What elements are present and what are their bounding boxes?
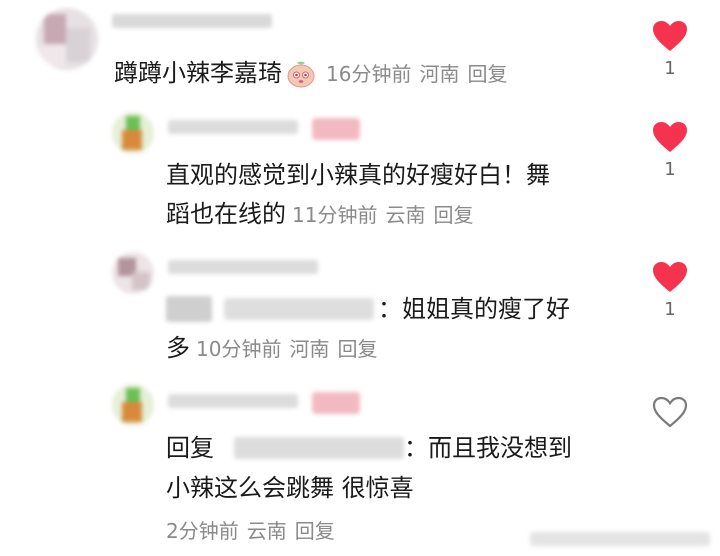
reply-button[interactable]: 回复 [467,62,507,86]
comment-text-line: 直观的感觉到小辣真的好瘦好白！舞 [166,161,550,189]
avatar[interactable] [112,252,154,294]
comment-text: 多 [166,334,190,362]
comment-time: 16分钟前 [326,62,412,86]
comment-row: 蹈也在线的 11分钟前 云南 回复 [166,197,473,232]
comment-location: 河南 [289,337,330,361]
like-count: 1 [664,299,676,320]
heart-filled-icon[interactable] [650,261,690,293]
avatar[interactable] [112,112,154,154]
heart-filled-icon[interactable] [650,20,690,52]
comment-time: 2分钟前 [166,519,239,543]
comment-meta-row: 2分钟前 云南 回复 [160,513,335,548]
avatar[interactable] [112,384,154,426]
reply-button[interactable]: 回复 [337,337,377,361]
watermark-blurred [530,532,710,546]
avatar[interactable] [36,8,98,70]
comment-time: 10分钟前 [196,337,282,361]
reply-prefix: 回复 [166,434,214,462]
comment-text-line: ：姐姐真的瘦了好 [378,295,570,323]
comment-row: 多 10分钟前 河南 回复 [166,331,377,366]
comment-text-line: 小辣这么会跳舞 很惊喜 [166,474,414,502]
comment-location: 云南 [246,519,287,543]
like-count: 1 [664,58,676,79]
like-count: 1 [664,159,676,180]
heart-outline-icon[interactable] [650,396,690,428]
comment-row: 回复 [166,431,214,465]
comment-row: 蹲蹲小辣李嘉琦 16分钟前 河南 回复 [114,56,507,91]
heart-filled-icon[interactable] [650,121,690,153]
comment-location: 河南 [419,62,460,86]
comment-text: 蹈也在线的 [166,200,286,228]
reply-button[interactable]: 回复 [295,519,335,543]
comment-time: 11分钟前 [292,203,378,227]
like-control[interactable] [650,396,690,428]
like-control[interactable]: 1 [650,20,690,79]
user-badge [312,118,360,140]
like-control[interactable]: 1 [650,261,690,320]
peach-face-emoji-icon [286,59,316,89]
user-badge [312,392,360,414]
comment-text: 蹲蹲小辣李嘉琦 [114,59,282,87]
like-control[interactable]: 1 [650,121,690,180]
reply-button[interactable]: 回复 [433,203,473,227]
comment-location: 云南 [385,203,426,227]
comment-text-line: ：而且我没想到 [404,434,572,462]
